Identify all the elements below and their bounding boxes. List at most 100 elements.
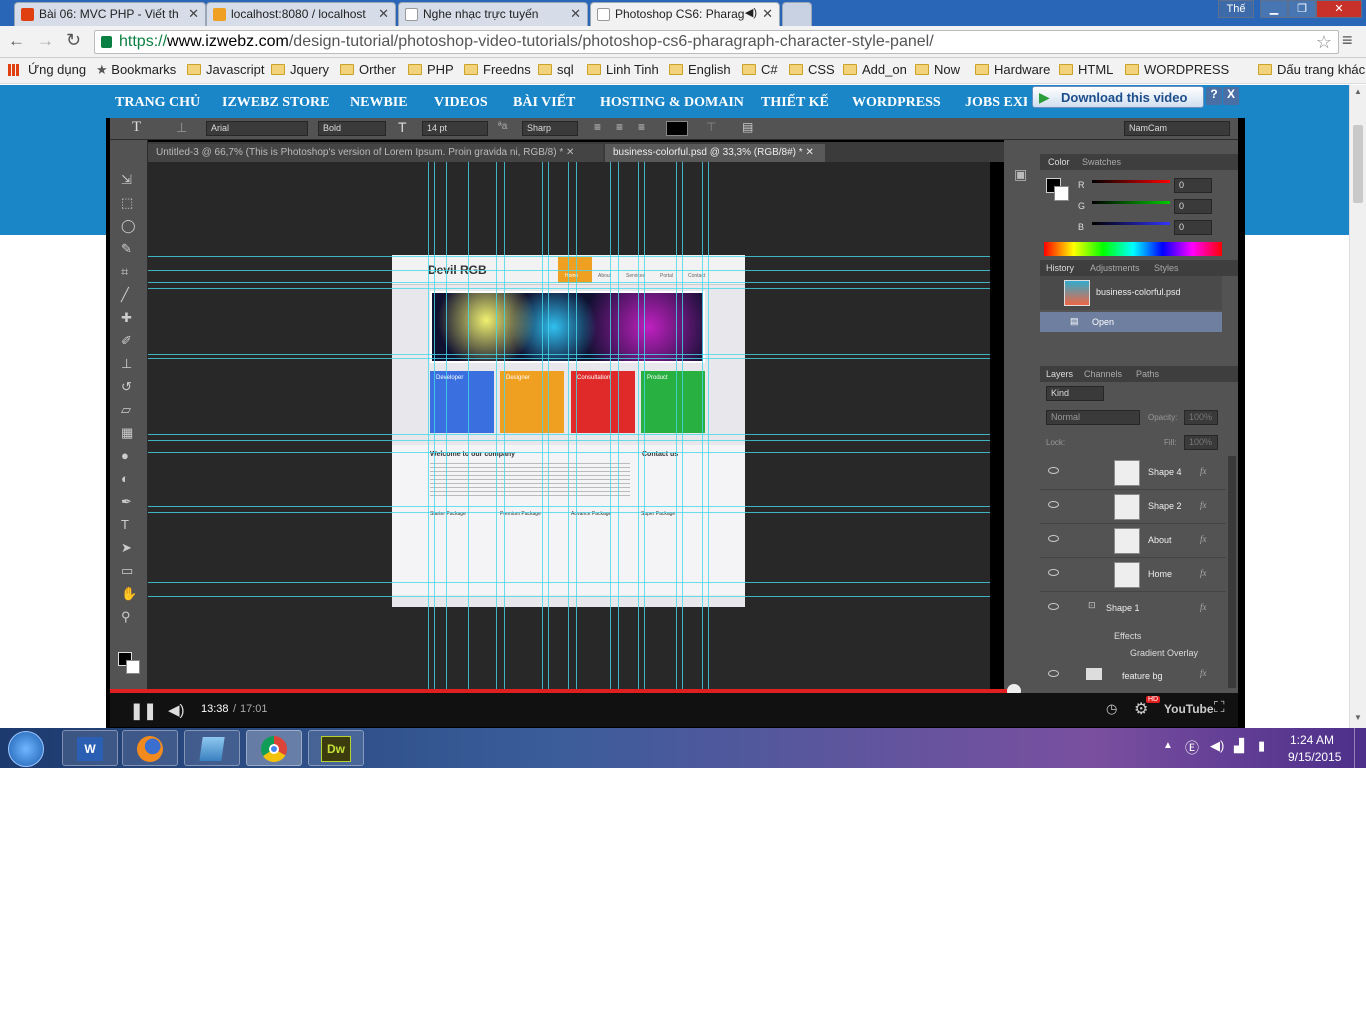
menu-item-jobs[interactable]: JOBS EXP <box>965 95 1027 111</box>
close-tab-icon[interactable]: ✕ <box>188 6 199 22</box>
star-icon[interactable]: ☆ <box>1316 31 1332 53</box>
workspace-select[interactable]: NamCam <box>1124 121 1230 136</box>
browser-tab[interactable]: Nghe nhạc trực tuyến ✕ <box>398 2 588 26</box>
menu-item-articles[interactable]: BÀI VIẾT <box>513 95 575 111</box>
bookmark-folder[interactable]: Jquery <box>271 62 329 77</box>
bookmark-folder[interactable]: PHP <box>408 62 454 77</box>
antialias-select[interactable]: Sharp <box>522 121 578 136</box>
other-bookmarks[interactable]: Dấu trang khác <box>1258 62 1365 77</box>
color-spectrum[interactable] <box>1044 242 1222 256</box>
bookmarks-shortcut[interactable]: ★ Bookmarks <box>96 62 176 78</box>
taskbar-firefox[interactable] <box>122 730 178 766</box>
align-center-icon[interactable]: ≡ <box>616 120 623 134</box>
opacity-field[interactable]: 100% <box>1184 410 1218 425</box>
blue-slider[interactable] <box>1092 222 1170 225</box>
bookmark-folder[interactable]: Now <box>915 62 960 77</box>
green-slider[interactable] <box>1092 201 1170 204</box>
menu-item-home[interactable]: TRANG CHỦ <box>115 95 200 111</box>
align-right-icon[interactable]: ≡ <box>638 120 645 134</box>
pen-tool-icon[interactable]: ✒ <box>121 494 132 510</box>
tab-swatches[interactable]: Swatches <box>1082 157 1121 167</box>
text-color-swatch[interactable] <box>666 121 688 136</box>
bookmark-folder[interactable]: Hardware <box>975 62 1050 77</box>
dodge-tool-icon[interactable]: ◐ <box>121 471 129 486</box>
red-value[interactable]: 0 <box>1174 178 1212 193</box>
quick-select-icon[interactable]: ✎ <box>121 241 132 257</box>
blend-mode-select[interactable]: Normal <box>1046 410 1140 425</box>
power-icon[interactable]: ▮ <box>1258 738 1265 754</box>
taskbar-files[interactable] <box>184 730 240 766</box>
new-tab-button[interactable] <box>782 2 812 26</box>
volume-icon[interactable]: ◀) <box>168 701 185 719</box>
profile-button[interactable]: Thế <box>1218 0 1254 18</box>
close-download-button[interactable]: X <box>1223 87 1239 105</box>
background-color[interactable] <box>126 660 140 674</box>
show-desktop-button[interactable] <box>1354 728 1366 768</box>
menu-item-design[interactable]: THIẾT KẾ <box>761 95 829 111</box>
red-slider[interactable] <box>1092 180 1170 183</box>
fill-field[interactable]: 100% <box>1184 435 1218 450</box>
bg-swatch[interactable] <box>1054 186 1069 201</box>
lasso-tool-icon[interactable]: ◯ <box>121 218 136 234</box>
eyedropper-icon[interactable]: ╱ <box>121 287 129 303</box>
browser-tab-active[interactable]: Photoshop CS6: Pharag ◀) ✕ <box>590 2 780 26</box>
gradient-tool-icon[interactable]: ▦ <box>121 425 133 441</box>
layer-row[interactable]: Shape 4 fx <box>1040 456 1226 490</box>
minimize-button[interactable]: ▁ <box>1260 0 1288 18</box>
volume-icon[interactable]: ◀) <box>1210 738 1224 754</box>
layer-filter-select[interactable]: Kind <box>1046 386 1104 401</box>
taskbar-word[interactable]: W <box>62 730 118 766</box>
zoom-tool-icon[interactable]: ⚲ <box>121 609 131 625</box>
maximize-button[interactable]: ❐ <box>1288 0 1316 18</box>
menu-item-hosting[interactable]: HOSTING & DOMAIN <box>600 95 744 111</box>
scrollbar-thumb[interactable] <box>1353 125 1363 203</box>
clock-time[interactable]: 1:24 AM <box>1290 733 1334 747</box>
menu-item-wordpress[interactable]: WORDPRESS <box>852 95 941 111</box>
bookmark-folder[interactable]: CSS <box>789 62 835 77</box>
start-button[interactable] <box>8 731 44 767</box>
layer-row[interactable]: About fx <box>1040 524 1226 558</box>
youtube-logo[interactable]: YouTube <box>1164 702 1214 716</box>
pause-icon[interactable]: ❚❚ <box>130 701 157 721</box>
menu-item-videos[interactable]: VIDEOS <box>434 95 488 111</box>
crop-tool-icon[interactable]: ⌗ <box>121 264 128 280</box>
tab-adjustments[interactable]: Adjustments <box>1090 263 1140 273</box>
scroll-up-icon[interactable]: ▲ <box>1354 87 1362 96</box>
layer-row[interactable]: Shape 2 fx <box>1040 490 1226 524</box>
hand-tool-icon[interactable]: ✋ <box>121 586 137 602</box>
history-snapshot[interactable]: business-colorful.psd <box>1040 276 1222 310</box>
path-select-icon[interactable]: ➤ <box>121 540 132 556</box>
layer-row[interactable]: Home fx <box>1040 558 1226 592</box>
bookmark-folder[interactable]: English <box>669 62 731 77</box>
tab-styles[interactable]: Styles <box>1154 263 1179 273</box>
scroll-down-icon[interactable]: ▼ <box>1354 713 1362 722</box>
marquee-tool-icon[interactable]: ⬚ <box>121 195 133 211</box>
forward-icon[interactable]: → <box>37 31 54 51</box>
bookmark-folder[interactable]: WORDPRESS <box>1125 62 1229 77</box>
tab-color[interactable]: Color <box>1048 157 1070 167</box>
back-icon[interactable]: ← <box>8 31 25 51</box>
browser-tab[interactable]: localhost:8080 / localhost ✕ <box>206 2 396 26</box>
tab-layers[interactable]: Layers <box>1046 369 1073 379</box>
close-tab-icon[interactable]: ✕ <box>762 6 773 22</box>
tab-history[interactable]: History <box>1046 263 1074 273</box>
ps-canvas[interactable]: Devil RGB Home About Services Portal Con… <box>148 162 990 690</box>
clock-date[interactable]: 9/15/2015 <box>1288 750 1341 764</box>
taskbar-chrome[interactable] <box>246 730 302 766</box>
reload-icon[interactable]: ↻ <box>66 30 81 51</box>
type-tool-icon[interactable]: T <box>132 119 141 136</box>
browser-tab[interactable]: Bài 06: MVC PHP - Viết th ✕ <box>14 2 206 26</box>
stamp-tool-icon[interactable]: ⊥ <box>121 356 132 372</box>
bookmark-folder[interactable]: sql <box>538 62 574 77</box>
layer-row[interactable]: ⊡ Shape 1 fx <box>1040 592 1226 620</box>
history-step[interactable]: ▤ Open <box>1040 312 1222 332</box>
layer-row[interactable]: feature bg fx <box>1040 662 1226 688</box>
layers-scrollbar[interactable] <box>1228 456 1236 688</box>
blur-tool-icon[interactable]: ● <box>121 448 129 463</box>
history-brush-icon[interactable]: ↺ <box>121 379 132 395</box>
taskbar-dreamweaver[interactable]: Dw <box>308 730 364 766</box>
blue-value[interactable]: 0 <box>1174 220 1212 235</box>
panels-icon[interactable]: ▤ <box>742 120 753 134</box>
apps-shortcut[interactable]: Ứng dụng <box>8 62 86 77</box>
close-tab-icon[interactable]: ✕ <box>378 6 389 22</box>
